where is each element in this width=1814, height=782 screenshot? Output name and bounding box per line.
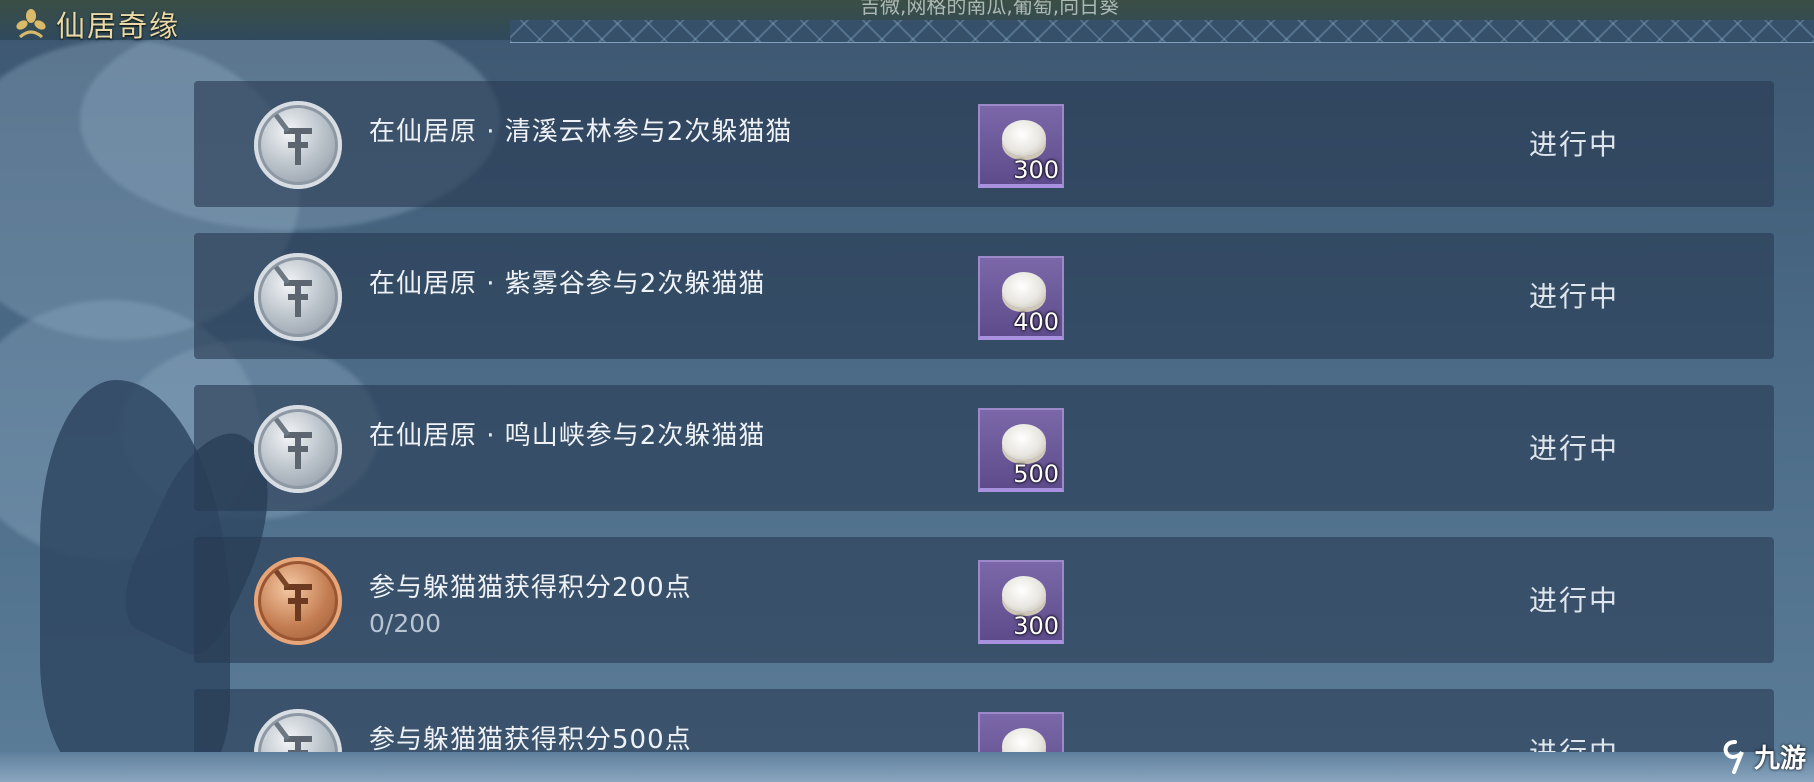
task-list[interactable]: 在仙居原 · 清溪云林参与2次躲猫猫 300 进行中 在仙居原 · 紫雾谷参与2… — [194, 81, 1774, 753]
task-status: 进行中 — [1529, 280, 1620, 313]
silver-medal-icon — [254, 253, 342, 341]
silver-medal-icon — [254, 101, 342, 189]
reward-item-slot[interactable]: 400 — [978, 256, 1064, 340]
watermark: 九游 — [1720, 738, 1806, 775]
top-hint-text: 吉微,网格的南瓜,葡萄,向日葵 — [860, 0, 1120, 18]
reward-quantity: 300 — [1013, 612, 1059, 640]
shell-item-icon — [1002, 272, 1046, 308]
decorative-pattern-band — [510, 20, 1814, 43]
reward-item-slot[interactable]: 300 — [978, 104, 1064, 188]
shell-item-icon — [1002, 576, 1046, 612]
task-description: 在仙居原 · 清溪云林参与2次躲猫猫 — [369, 117, 793, 147]
task-status: 进行中 — [1529, 128, 1620, 161]
reward-item-slot[interactable] — [978, 712, 1064, 753]
title-text: 仙居奇缘 — [56, 9, 181, 43]
reward-item-slot[interactable]: 300 — [978, 560, 1064, 644]
task-row: 在仙居原 · 清溪云林参与2次躲猫猫 300 进行中 — [194, 81, 1774, 207]
shell-item-icon — [1002, 120, 1046, 156]
silver-medal-icon — [254, 405, 342, 493]
bronze-medal-icon — [254, 557, 342, 645]
task-description: 参与躲猫猫获得积分500点 — [369, 725, 692, 753]
flower-emblem-icon — [16, 9, 46, 39]
bottom-edge — [0, 752, 1814, 782]
task-status: 进行中 — [1529, 736, 1620, 753]
reward-item-slot[interactable]: 500 — [978, 408, 1064, 492]
task-row: 参与躲猫猫获得积分500点 进行中 — [194, 689, 1774, 753]
task-row: 参与躲猫猫获得积分200点 0/200 300 进行中 — [194, 537, 1774, 663]
nine-game-logo-icon — [1723, 739, 1744, 774]
silver-medal-icon — [254, 709, 342, 753]
task-description: 在仙居原 · 鸣山峡参与2次躲猫猫 — [369, 421, 766, 451]
task-progress: 0/200 — [369, 609, 442, 638]
task-description: 在仙居原 · 紫雾谷参与2次躲猫猫 — [369, 269, 766, 299]
reward-quantity: 400 — [1013, 308, 1059, 336]
watermark-text: 九游 — [1754, 744, 1807, 774]
task-row: 在仙居原 · 鸣山峡参与2次躲猫猫 500 进行中 — [194, 385, 1774, 511]
task-description: 参与躲猫猫获得积分200点 — [369, 573, 692, 603]
task-row: 在仙居原 · 紫雾谷参与2次躲猫猫 400 进行中 — [194, 233, 1774, 359]
task-status: 进行中 — [1529, 584, 1620, 617]
shell-item-icon — [1002, 728, 1046, 753]
panel-title: 仙居奇缘 — [14, 3, 180, 45]
reward-quantity: 500 — [1013, 460, 1059, 488]
shell-item-icon — [1002, 424, 1046, 460]
task-status: 进行中 — [1529, 432, 1620, 465]
reward-quantity: 300 — [1013, 156, 1059, 184]
